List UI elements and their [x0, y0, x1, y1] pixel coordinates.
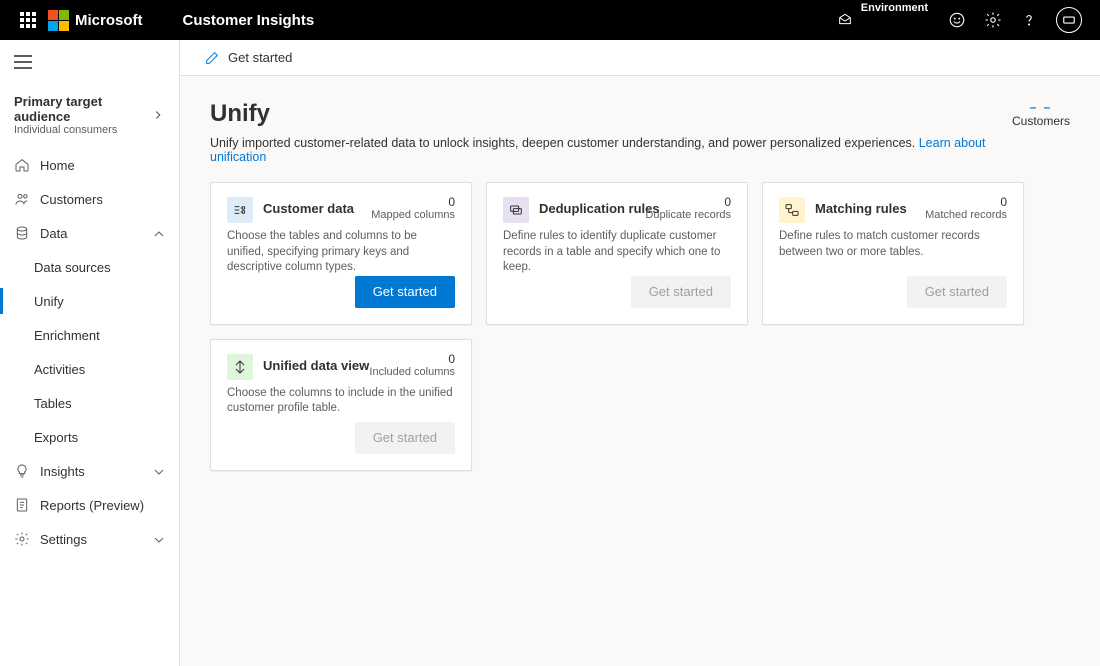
page-description: Unify imported customer-related data to … [210, 136, 1012, 164]
sidebar-item-data[interactable]: Data [0, 216, 179, 250]
card-get-started-button[interactable]: Get started [355, 276, 455, 308]
menu-icon [14, 55, 32, 69]
report-icon [14, 497, 30, 513]
sidebar-item-label: Insights [40, 464, 85, 479]
product-name: Customer Insights [183, 12, 315, 29]
card-get-started-button: Get started [355, 422, 455, 454]
sidebar-item-activities[interactable]: Activities [0, 352, 179, 386]
microsoft-logo-icon [48, 10, 69, 31]
card-metric-value: 0 [925, 195, 1007, 209]
customer-data-icon [227, 197, 253, 223]
sidebar-item-label: Exports [34, 430, 78, 445]
sidebar-item-home[interactable]: Home [0, 148, 179, 182]
brand-name: Microsoft [75, 12, 143, 29]
audience-subtitle: Individual consumers [14, 124, 151, 136]
chevron-up-icon [151, 226, 165, 240]
card-metric-value: 0 [645, 195, 731, 209]
unified-view-icon [227, 354, 253, 380]
sidebar-item-label: Data [40, 226, 67, 241]
edit-icon [204, 50, 220, 66]
environment-label: Environment [861, 3, 928, 14]
page-title: Unify [210, 100, 1012, 128]
card-description: Choose the tables and columns to be unif… [227, 229, 455, 276]
sidebar-item-data-sources[interactable]: Data sources [0, 250, 179, 284]
customers-label: Customers [1012, 114, 1070, 128]
gear-icon [14, 531, 30, 547]
sidebar-item-label: Tables [34, 396, 72, 411]
card-get-started-button: Get started [631, 276, 731, 308]
card-title: Unified data view [263, 354, 369, 380]
card-get-started-button: Get started [907, 276, 1007, 308]
sidebar-item-label: Enrichment [34, 328, 100, 343]
card-title: Deduplication rules [539, 197, 660, 223]
card-matching-rules: Matching rules 0 Matched records Define … [762, 182, 1024, 325]
sidebar-item-label: Customers [40, 192, 103, 207]
sidebar-item-enrichment[interactable]: Enrichment [0, 318, 179, 352]
sidebar-item-reports[interactable]: Reports (Preview) [0, 488, 179, 522]
sidebar-item-unify[interactable]: Unify [0, 284, 179, 318]
card-unified-view: Unified data view 0 Included columns Cho… [210, 339, 472, 471]
cards-grid: Customer data 0 Mapped columns Choose th… [210, 182, 1070, 471]
sidebar-item-label: Settings [40, 532, 87, 547]
card-metric-label: Matched records [925, 209, 1007, 221]
customers-metric: – – Customers [1012, 100, 1070, 128]
card-metric-label: Mapped columns [371, 209, 455, 221]
sidebar-item-label: Unify [34, 294, 64, 309]
data-icon [14, 225, 30, 241]
card-title: Matching rules [815, 197, 907, 223]
lightbulb-icon [14, 463, 30, 479]
sidebar-item-customers[interactable]: Customers [0, 182, 179, 216]
chevron-right-icon [151, 108, 165, 122]
dedup-icon [503, 197, 529, 223]
cmd-get-started[interactable]: Get started [228, 50, 292, 65]
card-description: Choose the columns to include in the uni… [227, 386, 455, 417]
audience-title: Primary target audience [14, 94, 151, 124]
gear-icon[interactable] [984, 11, 1002, 29]
avatar[interactable] [1056, 7, 1082, 33]
card-description: Define rules to identify duplicate custo… [503, 229, 731, 276]
sidebar: Primary target audience Individual consu… [0, 40, 180, 666]
card-metric-label: Duplicate records [645, 209, 731, 221]
sidebar-item-label: Home [40, 158, 75, 173]
command-bar: Get started [180, 40, 1100, 76]
home-icon [14, 157, 30, 173]
emoji-icon[interactable] [948, 11, 966, 29]
sidebar-item-label: Data sources [34, 260, 111, 275]
card-metric-label: Included columns [369, 366, 455, 378]
customers-icon [14, 191, 30, 207]
card-metric-value: 0 [371, 195, 455, 209]
chevron-down-icon [151, 464, 165, 478]
nav-collapse-button[interactable] [0, 40, 179, 84]
waffle-icon [20, 12, 36, 28]
sidebar-item-tables[interactable]: Tables [0, 386, 179, 420]
customers-value: – – [1012, 100, 1070, 114]
environment-picker[interactable]: Environment [837, 11, 928, 30]
sidebar-item-label: Reports (Preview) [40, 498, 144, 513]
environment-icon [837, 11, 853, 30]
card-dedup-rules: Deduplication rules 0 Duplicate records … [486, 182, 748, 325]
card-metric-value: 0 [369, 352, 455, 366]
app-launcher-button[interactable] [8, 12, 48, 28]
top-bar: Microsoft Customer Insights Environment [0, 0, 1100, 40]
audience-picker[interactable]: Primary target audience Individual consu… [0, 84, 179, 148]
sidebar-item-insights[interactable]: Insights [0, 454, 179, 488]
help-icon[interactable] [1020, 11, 1038, 29]
chevron-down-icon [151, 532, 165, 546]
matching-icon [779, 197, 805, 223]
sidebar-item-settings[interactable]: Settings [0, 522, 179, 556]
card-description: Define rules to match customer records b… [779, 229, 1007, 260]
top-bar-actions [948, 7, 1092, 33]
sidebar-item-label: Activities [34, 362, 85, 377]
card-title: Customer data [263, 197, 354, 223]
sidebar-item-exports[interactable]: Exports [0, 420, 179, 454]
main-area: Get started Unify Unify imported custome… [180, 40, 1100, 666]
card-customer-data: Customer data 0 Mapped columns Choose th… [210, 182, 472, 325]
